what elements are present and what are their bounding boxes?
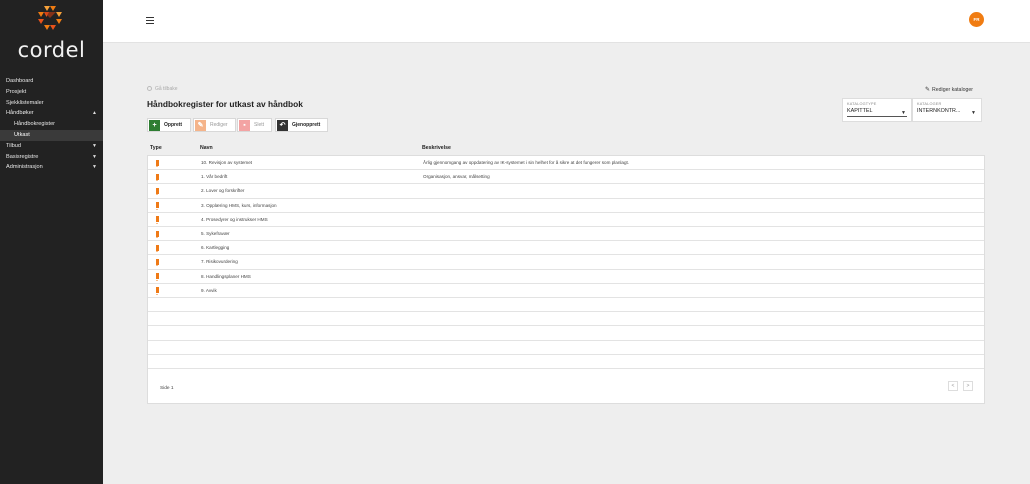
chevron-up-icon: ▲ — [92, 110, 97, 117]
page-title: Håndbokregister for utkast av håndbok — [147, 99, 303, 109]
row-name: 6. Kartlegging — [201, 245, 230, 251]
page-indicator: Side 1 — [160, 386, 174, 391]
restore-button[interactable]: ↶ Gjenopprett — [275, 118, 328, 132]
bookmark-icon — [156, 159, 159, 167]
column-header-name[interactable]: Navn — [200, 145, 213, 151]
plus-icon: + — [149, 120, 160, 131]
row-name: 1. Vår bedrift — [201, 174, 228, 180]
row-name: 4. Prosedyrer og instrukser HMS — [201, 216, 268, 222]
empty-table-row — [148, 312, 984, 327]
kataloger-select[interactable]: KATALOGER INTERNKONTR... ▼ — [912, 98, 982, 122]
table-row[interactable]: 1. Vår bedrift Organisasjon, ansvar, måls… — [148, 170, 984, 185]
row-name: 2. Lover og forskrifter — [201, 188, 245, 194]
sidebar-item-8[interactable]: Administrasjon ▼ — [0, 162, 103, 173]
sidebar-item-7[interactable]: Basisregistre ▼ — [0, 152, 103, 163]
row-name: 7. Risikovurdering — [201, 259, 238, 265]
sidebar: cordel Dashboard Prosjekt Sjekklistemaler H… — [0, 0, 103, 484]
bookmark-icon — [156, 258, 159, 267]
bookmark-icon — [156, 216, 159, 224]
kataloger-label: KATALOGER — [917, 102, 942, 106]
data-table: Side 1 < > 10. Revisjon av systemet Årlig… — [147, 155, 985, 404]
caret-down-icon: ▼ — [971, 110, 976, 116]
bookmark-icon — [156, 287, 159, 295]
sidebar-item-1[interactable]: Prosjekt — [0, 87, 103, 98]
katalogtype-label: KATALOGTYPE — [847, 102, 877, 106]
logo-text: cordel — [17, 38, 86, 62]
table-row[interactable]: 7. Risikovurdering — [148, 255, 984, 270]
bookmark-icon — [156, 230, 159, 238]
sidebar-item-label: Prosjekt — [6, 88, 27, 95]
table-header: Type Navn Beskrivelse — [147, 141, 985, 155]
column-header-type[interactable]: Type — [150, 145, 162, 151]
row-description: Årlig gjennomgang av oppdatering av IK-s… — [423, 160, 630, 165]
bookmark-icon — [156, 273, 159, 281]
bookmark-icon — [156, 187, 159, 196]
sidebar-item-3[interactable]: Håndbøker ▲ — [0, 108, 103, 119]
row-name: 3. Opplæring HMS, kurs, informasjon — [201, 202, 277, 208]
pencil-icon: ✎ — [195, 120, 206, 131]
back-icon — [147, 86, 152, 91]
sidebar-item-label: Håndbokregister — [14, 121, 56, 128]
user-avatar[interactable]: FR — [969, 12, 984, 27]
empty-table-row — [148, 298, 984, 313]
sidebar-item-label: Sjekklistemaler — [6, 99, 44, 106]
edit-button[interactable]: ✎ Rediger — [193, 118, 236, 132]
sidebar-item-label: Utkast — [14, 131, 30, 138]
back-link[interactable]: Gå tilbake — [147, 86, 178, 92]
bookmark-icon — [156, 173, 159, 182]
sidebar-item-label: Basisregistre — [6, 153, 39, 160]
table-row[interactable]: 10. Revisjon av systemet Årlig gjennomgan… — [148, 156, 984, 171]
bookmark-icon — [156, 202, 159, 210]
column-header-description[interactable]: Beskrivelse — [422, 145, 451, 151]
next-page-button[interactable]: > — [963, 381, 973, 391]
edit-catalogs-label: Rediger kataloger — [932, 87, 973, 93]
logo[interactable]: cordel — [0, 4, 103, 66]
caret-down-icon: ▼ — [901, 110, 906, 116]
sidebar-item-6[interactable]: Tilbud ▼ — [0, 141, 103, 152]
table-row[interactable]: 9. Avvik — [148, 284, 984, 298]
table-row[interactable]: 4. Prosedyrer og instrukser HMS — [148, 213, 984, 227]
sidebar-item-2[interactable]: Sjekklistemaler — [0, 98, 103, 109]
row-description: Organisasjon, ansvar, målsetting — [423, 174, 490, 180]
delete-button[interactable]: ▪ Slett — [237, 118, 272, 132]
sidebar-item-label: Håndbøker — [6, 110, 34, 117]
sidebar-item-label: Administrasjon — [6, 164, 43, 171]
table-row[interactable]: 2. Lover og forskrifter — [148, 184, 984, 199]
sidebar-item-5[interactable]: Utkast — [0, 129, 103, 141]
cordel-logo-icon — [38, 6, 62, 30]
edit-catalogs-link[interactable]: ✎ Rediger kataloger — [925, 86, 973, 93]
back-link-label: Gå tilbake — [155, 86, 178, 92]
sidebar-item-4[interactable]: Håndbokregister — [0, 119, 103, 130]
kataloger-value: INTERNKONTR... — [917, 108, 961, 114]
katalogtype-select[interactable]: KATALOGTYPE KAPITTEL ▼ — [842, 98, 912, 122]
table-row[interactable]: 5. Sykefravær — [148, 227, 984, 242]
empty-table-row — [148, 341, 984, 355]
sidebar-item-label: Tilbud — [6, 142, 22, 149]
table-row[interactable]: 3. Opplæring HMS, kurs, informasjon — [148, 199, 984, 213]
sidebar-item-label: Dashboard — [6, 78, 34, 84]
table-footer: Side 1 < > — [148, 370, 984, 404]
menu-icon[interactable] — [146, 17, 154, 25]
trash-icon: ▪ — [239, 120, 250, 131]
undo-icon: ↶ — [277, 120, 288, 131]
create-button[interactable]: + Opprett — [147, 118, 191, 132]
row-name: 10. Revisjon av systemet — [201, 160, 253, 165]
prev-page-button[interactable]: < — [948, 381, 958, 391]
sidebar-nav: Dashboard Prosjekt Sjekklistemaler Håndbøke… — [0, 76, 103, 173]
table-row[interactable]: 6. Kartlegging — [148, 241, 984, 256]
row-name: 9. Avvik — [201, 287, 217, 293]
chevron-down-icon: ▼ — [92, 153, 97, 160]
chevron-down-icon: ▼ — [92, 164, 97, 171]
sidebar-item-0[interactable]: Dashboard — [0, 76, 103, 87]
katalogtype-value: KAPITTEL — [847, 108, 873, 114]
pencil-icon: ✎ — [925, 87, 931, 93]
row-name: 8. Handlingsplaner HMS — [201, 273, 251, 279]
empty-table-row — [148, 326, 984, 341]
topbar: FR — [103, 0, 1030, 43]
chevron-down-icon: ▼ — [92, 142, 97, 149]
row-name: 5. Sykefravær — [201, 231, 230, 236]
bookmark-icon — [156, 244, 159, 253]
empty-table-row — [148, 355, 984, 369]
table-row[interactable]: 8. Handlingsplaner HMS — [148, 270, 984, 284]
